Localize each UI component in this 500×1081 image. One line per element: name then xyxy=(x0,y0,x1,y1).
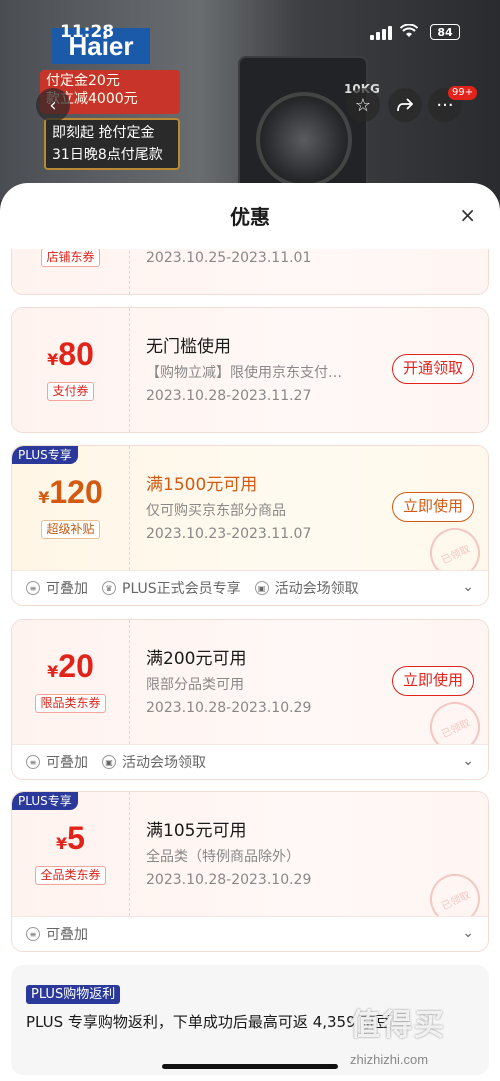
coupon-type: 支付券 xyxy=(12,380,129,401)
coupon-amount: ¥20 xyxy=(47,648,94,684)
sheet-header: 优惠 × xyxy=(0,183,500,249)
coupon-main: PLUS专享 ¥5 全品类东券 满105元可用 全品类（特例商品除外） 2023… xyxy=(12,792,488,933)
coupon-title: 满200元可用 xyxy=(146,649,247,669)
feature-plus-member: ♛ PLUS正式会员专享 xyxy=(102,578,241,598)
promo-line: 付定金20元 xyxy=(46,73,120,89)
plus-rebate-tag: PLUS购物返利 xyxy=(26,985,121,1004)
coupon-date: 2023.10.28-2023.10.29 xyxy=(146,700,312,716)
stack-icon: ≡ xyxy=(26,581,40,595)
plus-tag: PLUS专享 xyxy=(12,446,78,464)
coupon-card: ¥80 支付券 无门槛使用 【购物立减】限使用京东支付… 2023.10.28-… xyxy=(11,307,489,433)
venue-icon: ▣ xyxy=(254,581,269,595)
chevron-down-icon[interactable]: ⌄ xyxy=(462,925,474,941)
coupon-card: PLUS专享 ¥120 超级补贴 满1500元可用 仅可购买京东部分商品 202… xyxy=(11,445,489,606)
coupon-amount: ¥80 xyxy=(47,336,94,372)
coupon-type: 限品类东券 xyxy=(12,692,129,713)
coupon-type-label: 店铺东券 xyxy=(41,249,100,267)
close-icon[interactable]: × xyxy=(459,203,476,227)
coupon-date: 2023.10.28-2023.10.29 xyxy=(146,872,312,888)
coupon-main: 店铺东券 2023.10.25-2023.11.01 xyxy=(12,249,488,294)
back-icon[interactable]: ‹ xyxy=(36,88,70,122)
coupon-date: 2023.10.28-2023.11.27 xyxy=(146,388,312,404)
signal-icon xyxy=(370,26,392,40)
coupon-sheet: 优惠 × 店铺东券 2023.10.25-2023.11.01 ¥80 支付券 … xyxy=(0,183,500,1081)
coupon-main: ¥80 支付券 无门槛使用 【购物立减】限使用京东支付… 2023.10.28-… xyxy=(12,308,488,432)
coupon-card: 店铺东券 2023.10.25-2023.11.01 xyxy=(11,249,489,295)
site-watermark: 值得买 zhizhizhi.com xyxy=(350,1000,500,1070)
washing-machine-image xyxy=(238,56,368,191)
watermark-url: zhizhizhi.com xyxy=(350,1052,429,1067)
venue-icon: ▣ xyxy=(102,755,116,769)
coupon-date: 2023.10.25-2023.11.01 xyxy=(146,250,312,266)
watermark-logo: 值得买 xyxy=(350,1008,446,1043)
chevron-down-icon[interactable]: ⌄ xyxy=(462,753,474,769)
coupon-main: ¥20 限品类东券 满200元可用 限部分品类可用 2023.10.28-202… xyxy=(12,620,488,761)
washer-door xyxy=(256,92,352,188)
home-indicator[interactable] xyxy=(162,1064,338,1069)
feature-event-venue: ▣ 活动会场领取 xyxy=(254,578,359,598)
share-icon[interactable] xyxy=(388,88,422,122)
coupon-main: PLUS专享 ¥120 超级补贴 满1500元可用 仅可购买京东部分商品 202… xyxy=(12,446,488,587)
coupon-card: ¥20 限品类东券 满200元可用 限部分品类可用 2023.10.28-202… xyxy=(11,619,489,780)
favorite-icon[interactable]: ☆ xyxy=(346,88,380,122)
crown-icon: ♛ xyxy=(102,581,116,595)
coupon-type-label: 限品类东券 xyxy=(35,694,106,713)
coupon-desc: 限部分品类可用 xyxy=(146,677,244,693)
coupon-amount: ¥120 xyxy=(38,474,103,510)
coupon-type-label: 超级补贴 xyxy=(41,520,100,539)
coupon-title: 无门槛使用 xyxy=(146,337,231,357)
plus-tag: PLUS专享 xyxy=(12,792,78,810)
status-time: 11:28 xyxy=(60,22,115,42)
stack-icon: ≡ xyxy=(26,927,40,941)
feature-event-venue: ▣ 活动会场领取 xyxy=(102,752,206,772)
coupon-title: 满105元可用 xyxy=(146,821,247,841)
stack-icon: ≡ xyxy=(26,755,40,769)
coupon-desc: 仅可购买京东部分商品 xyxy=(146,503,286,519)
chevron-down-icon[interactable]: ⌄ xyxy=(462,579,474,595)
coupon-type-label: 全品类东券 xyxy=(35,866,106,885)
sheet-title: 优惠 xyxy=(230,205,270,229)
feature-stackable: ≡ 可叠加 xyxy=(26,924,88,944)
notification-badge: 99+ xyxy=(448,86,478,100)
use-now-button[interactable]: 立即使用 xyxy=(391,492,474,522)
wifi-icon xyxy=(399,23,419,42)
coupon-footer[interactable]: ≡ 可叠加 ⌄ xyxy=(12,916,488,951)
coupon-desc: 全品类（特例商品除外） xyxy=(146,849,300,865)
use-now-button[interactable]: 立即使用 xyxy=(391,666,474,696)
coupon-type: 超级补贴 xyxy=(12,518,129,539)
coupon-footer[interactable]: ≡ 可叠加 ▣ 活动会场领取 ⌄ xyxy=(12,744,488,779)
coupon-type: 全品类东券 xyxy=(12,864,129,885)
coupon-date: 2023.10.23-2023.11.07 xyxy=(146,526,312,542)
plus-rebate-text: PLUS 专享购物返利，下单成功后最高可返 4,359 京豆 xyxy=(26,1013,391,1031)
coupon-title: 满1500元可用 xyxy=(146,475,258,495)
status-bar: 11:28 84 xyxy=(0,22,500,44)
coupon-card: PLUS专享 ¥5 全品类东券 满105元可用 全品类（特例商品除外） 2023… xyxy=(11,791,489,952)
promo-line: 31日晚8点付尾款 xyxy=(52,147,163,163)
feature-stackable: ≡ 可叠加 xyxy=(26,578,88,598)
battery-icon: 84 xyxy=(430,24,460,40)
coupon-amount: ¥5 xyxy=(56,820,85,856)
promo-banner-deposit: 即刻起 抢付定金 31日晚8点付尾款 xyxy=(44,118,180,170)
activate-claim-button[interactable]: 开通领取 xyxy=(391,354,474,384)
coupon-desc: 【购物立减】限使用京东支付… xyxy=(146,365,342,381)
coupon-list[interactable]: 店铺东券 2023.10.25-2023.11.01 ¥80 支付券 无门槛使用… xyxy=(0,249,500,1081)
coupon-type-label: 支付券 xyxy=(47,382,94,401)
feature-stackable: ≡ 可叠加 xyxy=(26,752,88,772)
coupon-footer[interactable]: ≡ 可叠加 ♛ PLUS正式会员专享 ▣ 活动会场领取 ⌄ xyxy=(12,570,488,605)
promo-line: 即刻起 抢付定金 xyxy=(52,125,155,141)
coupon-type: 店铺东券 xyxy=(12,249,129,267)
